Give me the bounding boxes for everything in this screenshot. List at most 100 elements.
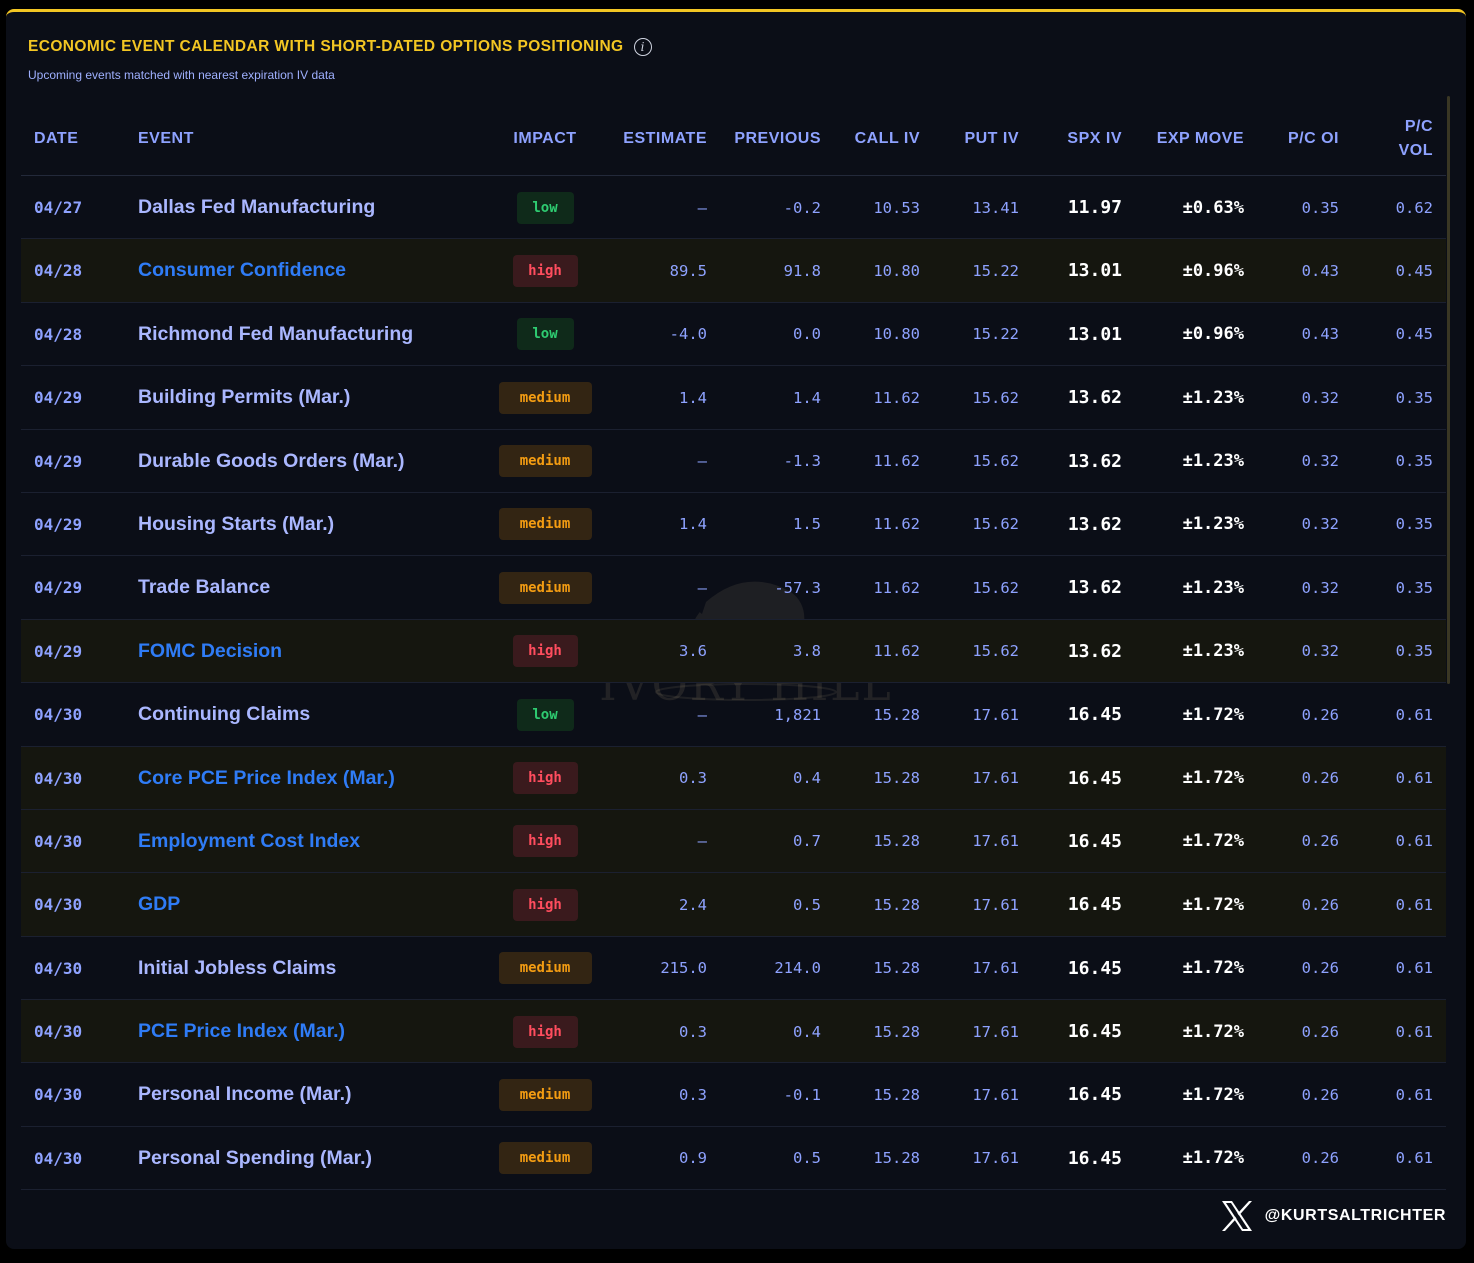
table-row[interactable]: 04/30 Personal Spending (Mar.) medium 0.9 0.… (21, 1127, 1446, 1191)
cell-exp-move: ±0.96% (1133, 239, 1244, 302)
event-name[interactable]: PCE Price Index (Mar.) (138, 1020, 345, 1043)
cell-exp-move: ±1.72% (1133, 937, 1244, 1000)
event-name[interactable]: Initial Jobless Claims (138, 957, 336, 980)
event-name[interactable]: Consumer Confidence (138, 259, 346, 282)
event-name[interactable]: Personal Income (Mar.) (138, 1083, 351, 1106)
impact-badge: high (512, 762, 578, 795)
spx-iv-value: 13.62 (1067, 387, 1122, 409)
cell-event: FOMC Decision (138, 620, 488, 683)
call-iv-value: 10.80 (873, 325, 920, 344)
table-row[interactable]: 04/28 Richmond Fed Manufacturing low -4.0 0.… (21, 303, 1446, 367)
cell-previous: 0.0 (721, 303, 821, 366)
cell-event: Core PCE Price Index (Mar.) (138, 747, 488, 810)
info-icon[interactable]: i (633, 38, 652, 56)
table-row[interactable]: 04/30 Continuing Claims low — 1,821 15.28 17.6… (21, 683, 1446, 747)
estimate-value: — (697, 832, 707, 851)
table-row[interactable]: 04/27 Dallas Fed Manufacturing low — -0.2 10.… (21, 176, 1446, 240)
impact-badge: medium (498, 381, 592, 414)
cell-date: 04/30 (34, 937, 114, 1000)
cell-previous: 0.7 (721, 810, 821, 873)
col-put-iv[interactable]: PUT IV (934, 102, 1019, 175)
table-row[interactable]: 04/30 Initial Jobless Claims medium 215.0 21… (21, 937, 1446, 1001)
cell-pc-oi: 0.32 (1256, 366, 1339, 429)
cell-event: Continuing Claims (138, 683, 488, 746)
cell-impact: high (495, 747, 595, 810)
table-row[interactable]: 04/29 Trade Balance medium — -57.3 11.62 15.62… (21, 556, 1446, 620)
cell-event: Richmond Fed Manufacturing (138, 303, 488, 366)
pc-vol-value: 0.45 (1395, 325, 1433, 344)
event-name[interactable]: Housing Starts (Mar.) (138, 513, 334, 536)
col-call-iv[interactable]: CALL IV (836, 102, 920, 175)
table-row[interactable]: 04/30 Employment Cost Index high — 0.7 15.28 1… (21, 809, 1446, 874)
table-row[interactable]: 04/30 PCE Price Index (Mar.) high 0.3 0.4 15.… (21, 1000, 1446, 1064)
cell-event: Consumer Confidence (138, 239, 488, 302)
spx-iv-value: 16.45 (1067, 894, 1122, 916)
event-name[interactable]: GDP (138, 893, 180, 916)
call-iv-value: 11.62 (873, 515, 920, 534)
cell-spx-iv: 13.62 (1031, 556, 1122, 619)
table-row[interactable]: 04/29 FOMC Decision high 3.6 3.8 11.62 15.62 13… (21, 619, 1446, 684)
table-row[interactable]: 04/30 Personal Income (Mar.) medium 0.3 -0.1… (21, 1063, 1446, 1127)
cell-date: 04/30 (34, 683, 114, 746)
cell-pc-vol: 0.61 (1351, 1127, 1433, 1190)
cell-previous: 0.4 (721, 747, 821, 810)
col-estimate[interactable]: ESTIMATE (607, 102, 707, 175)
table-row[interactable]: 04/29 Building Permits (Mar.) medium 1.4 1.4… (21, 366, 1446, 430)
spx-iv-value: 13.01 (1067, 323, 1122, 345)
cell-put-iv: 17.61 (934, 747, 1019, 810)
cell-call-iv: 15.28 (836, 1063, 920, 1126)
col-date[interactable]: DATE (34, 102, 114, 175)
col-previous[interactable]: PREVIOUS (721, 102, 821, 175)
table-row[interactable]: 04/29 Durable Goods Orders (Mar.) medium — -… (21, 430, 1446, 493)
estimate-value: 0.3 (679, 1085, 707, 1104)
previous-value: -1.3 (783, 452, 821, 471)
put-iv-value: 17.61 (972, 832, 1019, 851)
event-name[interactable]: Continuing Claims (138, 703, 310, 726)
event-name[interactable]: Dallas Fed Manufacturing (138, 196, 375, 219)
event-name[interactable]: Building Permits (Mar.) (138, 386, 350, 409)
table-row[interactable]: 04/30 GDP high 2.4 0.5 15.28 17.61 16.45 ±1.72% 0… (21, 873, 1446, 937)
event-name[interactable]: Personal Spending (Mar.) (138, 1147, 372, 1170)
previous-value: -0.2 (783, 198, 821, 217)
col-pc-vol[interactable]: P/C VOL (1351, 102, 1433, 175)
col-event[interactable]: EVENT (138, 102, 338, 175)
event-name[interactable]: Trade Balance (138, 576, 270, 599)
cell-exp-move: ±1.72% (1133, 1063, 1244, 1126)
cell-pc-oi: 0.32 (1256, 493, 1339, 556)
col-impact[interactable]: IMPACT (495, 102, 595, 175)
col-spx-iv[interactable]: SPX IV (1031, 102, 1122, 175)
author-handle[interactable]: @KURTSALTRICHTER (1265, 1207, 1446, 1225)
scrollbar[interactable] (1447, 96, 1450, 684)
pc-oi-value: 0.32 (1301, 578, 1339, 597)
estimate-value: 89.5 (669, 261, 707, 280)
date-value: 04/28 (34, 324, 83, 344)
cell-call-iv: 11.62 (836, 620, 920, 683)
cell-pc-vol: 0.35 (1351, 556, 1433, 619)
event-name[interactable]: Core PCE Price Index (Mar.) (138, 767, 395, 790)
cell-estimate: — (607, 176, 707, 239)
impact-badge: medium (498, 1142, 592, 1175)
footer: @KURTSALTRICHTER (1219, 1198, 1446, 1234)
estimate-value: 3.6 (679, 642, 707, 661)
pc-vol-value: 0.61 (1395, 895, 1433, 914)
col-exp-move[interactable]: EXP MOVE (1133, 102, 1244, 175)
table-row[interactable]: 04/29 Housing Starts (Mar.) medium 1.4 1.5 11… (21, 493, 1446, 557)
cell-previous: 214.0 (721, 937, 821, 1000)
estimate-value: 1.4 (679, 388, 707, 407)
cell-spx-iv: 13.62 (1031, 366, 1122, 429)
cell-exp-move: ±1.72% (1133, 747, 1244, 810)
cell-spx-iv: 16.45 (1031, 873, 1122, 936)
event-name[interactable]: Employment Cost Index (138, 830, 360, 853)
table-row[interactable]: 04/30 Core PCE Price Index (Mar.) high 0.3 0… (21, 746, 1446, 810)
table-row[interactable]: 04/28 Consumer Confidence high 89.5 91.8 10.8… (21, 239, 1446, 303)
spx-iv-value: 16.45 (1067, 1084, 1122, 1106)
impact-badge: high (512, 254, 578, 287)
event-name[interactable]: Durable Goods Orders (Mar.) (138, 450, 405, 473)
cell-previous: 1.4 (721, 366, 821, 429)
event-name[interactable]: FOMC Decision (138, 640, 282, 663)
previous-value: 1.5 (793, 515, 821, 534)
estimate-value: — (697, 198, 707, 217)
cell-put-iv: 17.61 (934, 1127, 1019, 1190)
event-name[interactable]: Richmond Fed Manufacturing (138, 323, 413, 346)
col-pc-oi[interactable]: P/C OI (1256, 102, 1339, 175)
